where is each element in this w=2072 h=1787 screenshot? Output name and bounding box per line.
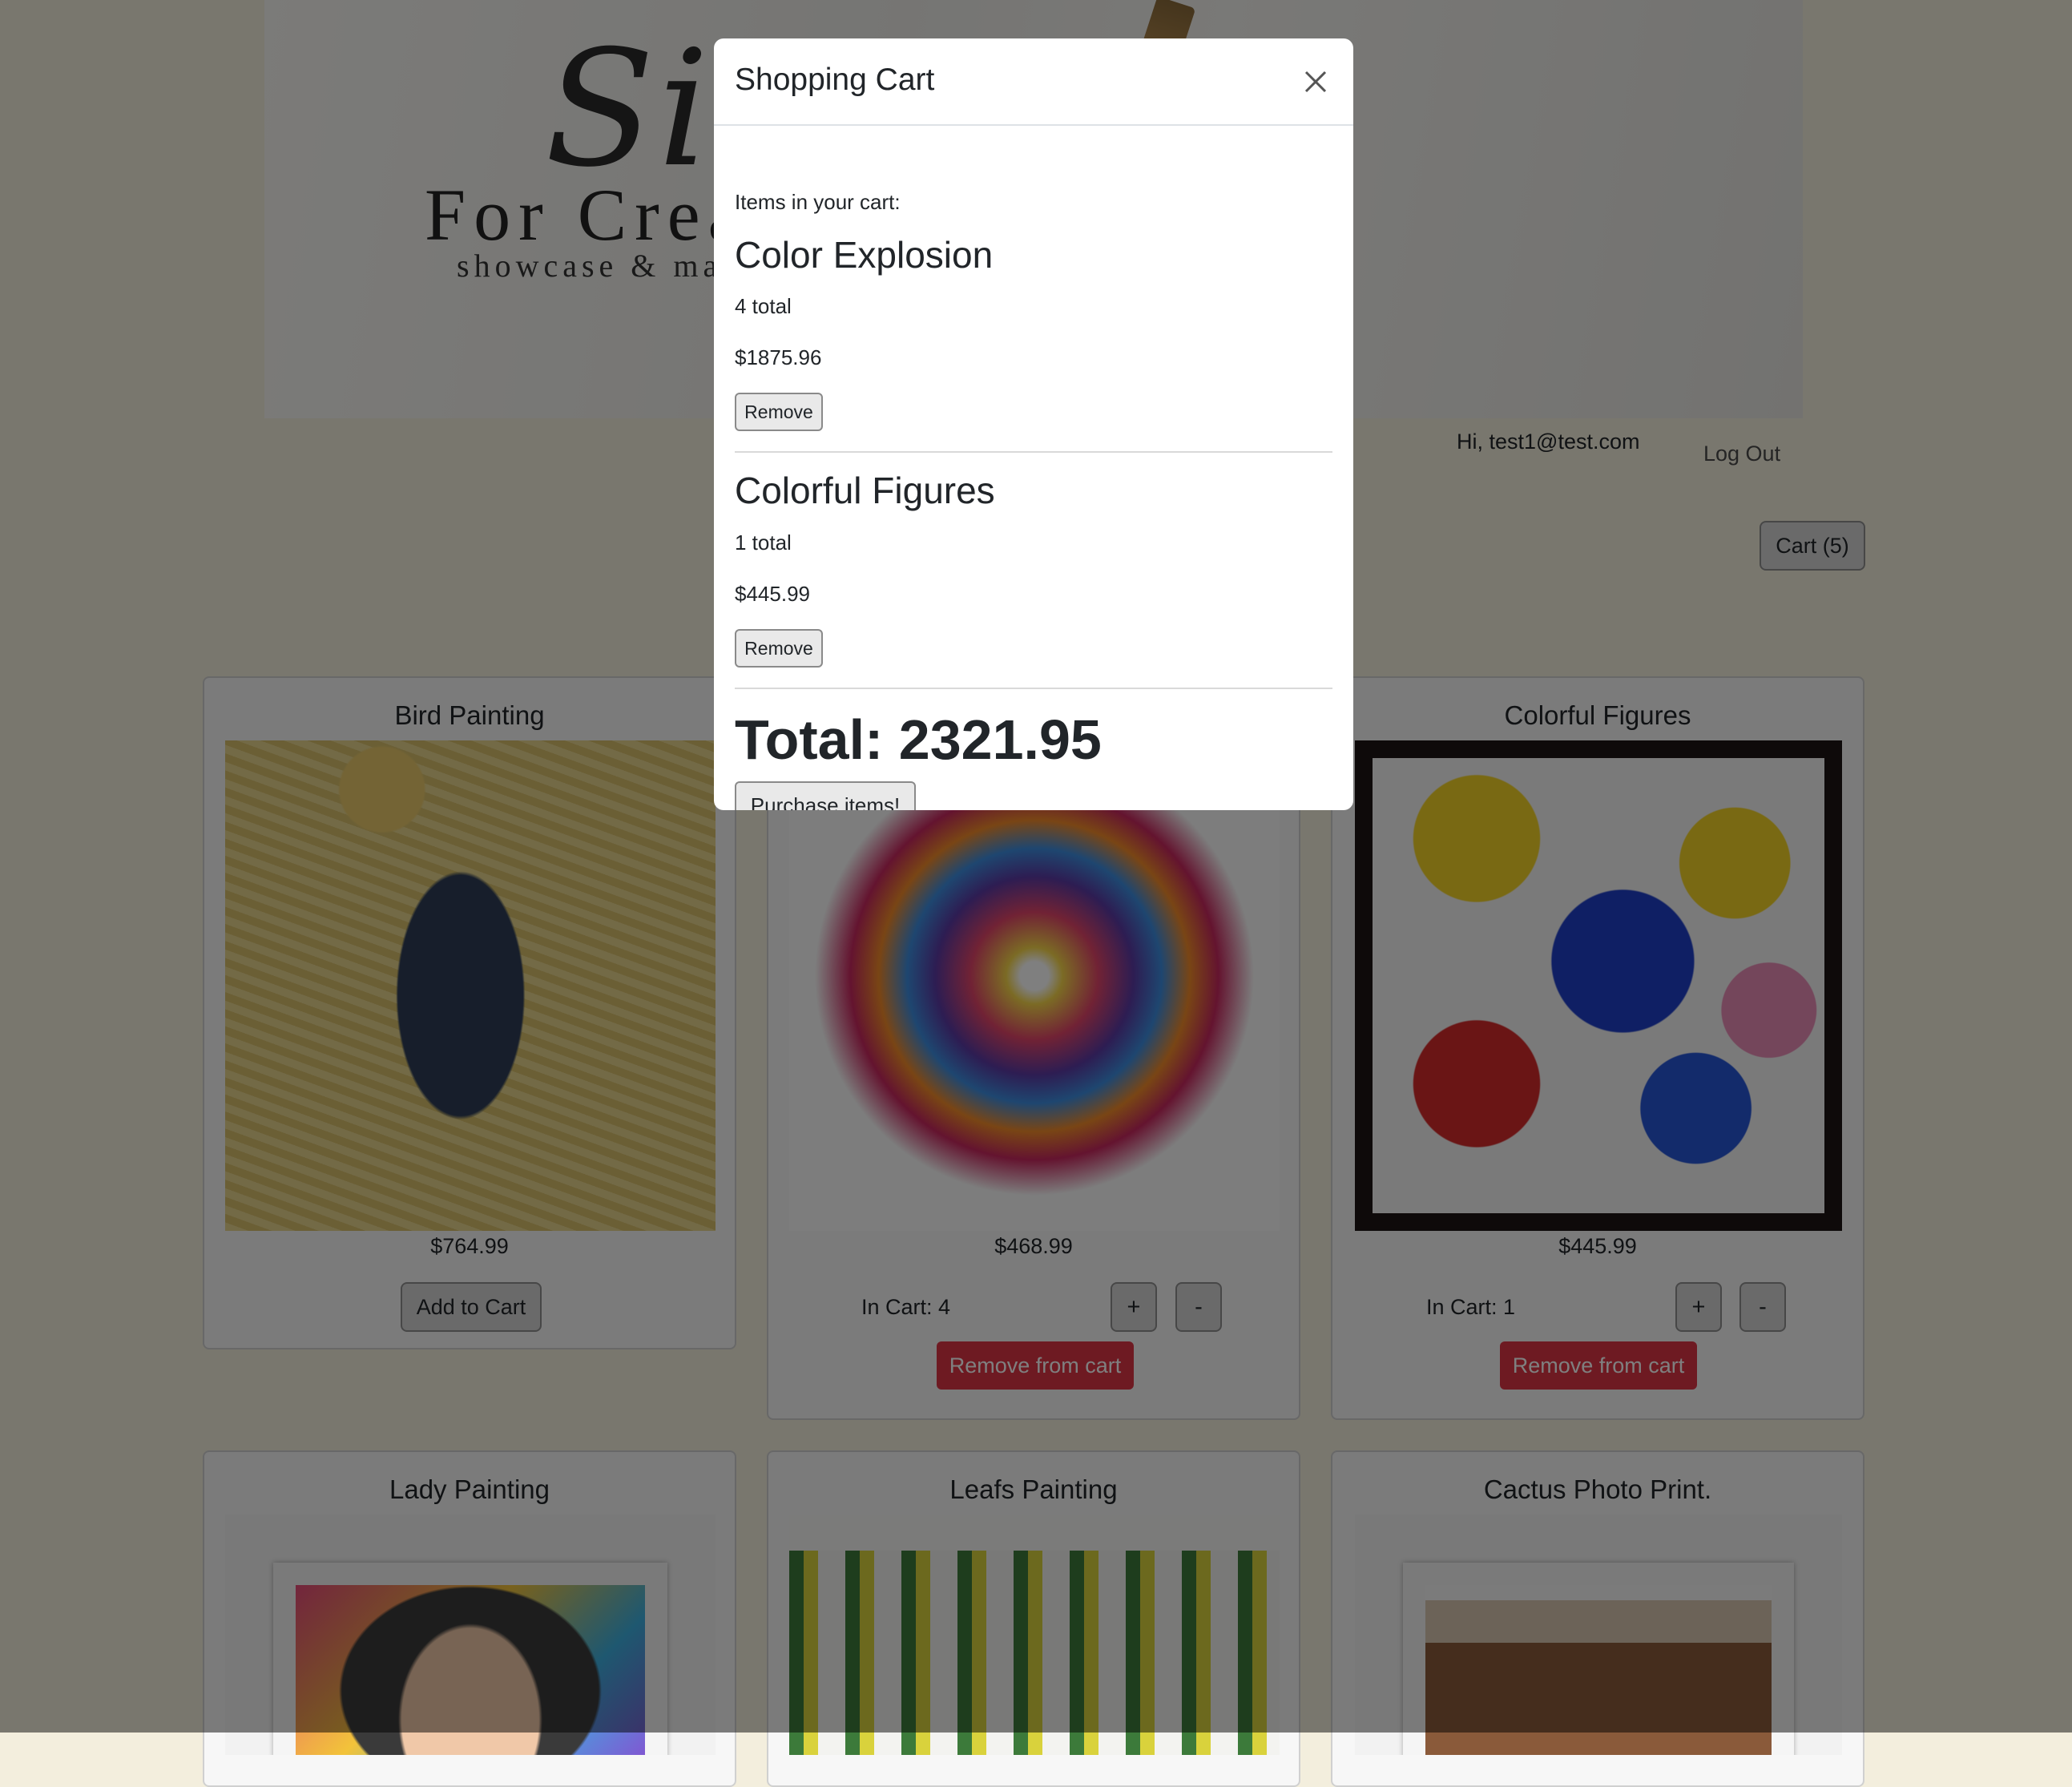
cart-item-name: Color Explosion <box>735 234 994 276</box>
modal-header: Shopping Cart <box>714 38 1353 126</box>
divider <box>735 688 1332 689</box>
cart-item-name: Colorful Figures <box>735 470 995 511</box>
items-label: Items in your cart: <box>735 190 901 214</box>
cart-total: Total: 2321.95 <box>735 708 1102 771</box>
cart-item-price: $445.99 <box>735 582 810 606</box>
shopping-cart-modal: Shopping Cart Items in your cart: Color … <box>714 38 1353 810</box>
cart-item-count: 4 total <box>735 294 792 318</box>
remove-item-button[interactable]: Remove <box>735 629 823 668</box>
divider <box>735 451 1332 453</box>
close-icon[interactable] <box>1301 67 1330 96</box>
modal-title: Shopping Cart <box>735 63 935 97</box>
modal-body: Items in your cart: Color Explosion 4 to… <box>735 126 1332 810</box>
purchase-button[interactable]: Purchase items! <box>735 781 916 810</box>
cart-item-count: 1 total <box>735 530 792 555</box>
remove-item-button[interactable]: Remove <box>735 393 823 431</box>
cart-item-price: $1875.96 <box>735 345 822 369</box>
